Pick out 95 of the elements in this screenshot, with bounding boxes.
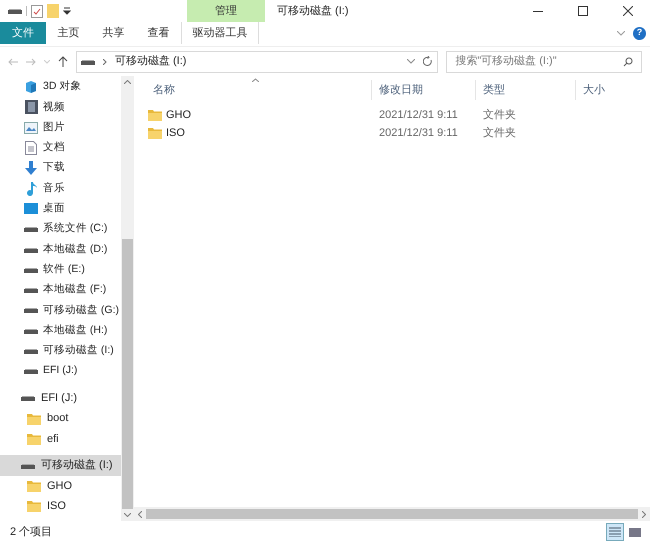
ribbon-tab[interactable]: 共享 (91, 22, 136, 44)
drive-icon (8, 7, 22, 15)
nav-item[interactable]: 可移动磁盘 (I:) (0, 340, 121, 362)
nav-item[interactable]: 音乐 (0, 178, 121, 199)
nav-item[interactable]: 文档 (0, 138, 121, 158)
nav-item[interactable]: 3D 对象 (0, 77, 121, 98)
folder-icon (148, 109, 162, 121)
ribbon-tab[interactable]: 主页 (46, 22, 91, 44)
context-tab-header: 管理 (187, 0, 265, 22)
column-header[interactable]: 大小 (576, 80, 636, 100)
column-header[interactable]: 修改日期 (372, 80, 476, 100)
nav-item[interactable]: efi (0, 428, 121, 450)
chevron-right-icon[interactable] (642, 510, 646, 518)
close-icon (622, 6, 632, 16)
drive-icon (24, 347, 38, 355)
nav-item[interactable]: EFI (J:) (0, 387, 121, 408)
file-type: 文件夹 (482, 108, 517, 123)
file-modified: 2021/12/31 9:11 (378, 108, 459, 123)
nav-item[interactable]: 图片 (0, 118, 121, 138)
column-header[interactable]: 类型 (476, 80, 576, 100)
folder-icon (27, 480, 41, 492)
search-input[interactable]: 搜索"可移动磁盘 (I:)" (455, 53, 623, 70)
down-arrow-icon (25, 161, 37, 176)
folder-icon (27, 432, 41, 445)
nav-item[interactable]: 本地磁盘 (H:) (0, 320, 121, 341)
file-name: GHO (166, 108, 192, 123)
nav-item[interactable]: 桌面 (0, 198, 121, 220)
desktop-icon (24, 203, 38, 214)
nav-item[interactable]: 视频 (0, 97, 121, 118)
chevron-right-icon (102, 58, 107, 64)
file-name: ISO (166, 126, 185, 141)
folder-icon (27, 500, 41, 512)
nav-item[interactable]: 可移动磁盘 (I:) (0, 455, 121, 476)
drive-icon (24, 266, 38, 274)
chevron-up-icon[interactable] (124, 80, 131, 84)
cube-icon (24, 80, 38, 94)
search-field[interactable]: 搜索"可移动磁盘 (I:)" (446, 50, 642, 72)
dropdown-icon[interactable] (63, 7, 71, 15)
drive-icon (80, 58, 95, 66)
chevron-down-icon[interactable] (617, 30, 625, 36)
drive-icon (21, 394, 35, 402)
ribbon-tab[interactable]: 文件 (0, 22, 46, 44)
drive-icon (24, 306, 38, 314)
window-title: 可移动磁盘 (I:) (277, 4, 348, 19)
document-icon (25, 141, 37, 156)
search-icon (623, 56, 633, 66)
nav-item[interactable]: 软件 (E:) (0, 260, 121, 280)
file-row[interactable]: GHO 2021/12/31 9:11 文件夹 (146, 106, 650, 124)
nav-item[interactable]: 本地磁盘 (F:) (0, 280, 121, 300)
folder-icon (27, 412, 41, 425)
nav-item[interactable]: EFI (J:) (0, 361, 121, 382)
chevron-down-icon[interactable] (124, 513, 131, 517)
checklist-icon[interactable] (31, 4, 43, 18)
file-row[interactable]: ISO 2021/12/31 9:11 文件夹 (146, 124, 650, 142)
item-count: 2 个项目 (10, 524, 52, 540)
horizontal-scrollbar[interactable] (134, 507, 650, 521)
ribbon-tab[interactable]: 查看 (136, 22, 181, 44)
tiles-icon (629, 528, 641, 536)
column-header[interactable]: 名称 (146, 80, 372, 100)
nav-item[interactable]: 可移动磁盘 (G:) (0, 300, 121, 321)
sort-caret-icon (252, 78, 259, 82)
drive-icon (24, 286, 38, 294)
nav-item[interactable]: boot (0, 408, 121, 429)
picture-icon (24, 122, 38, 134)
up-arrow-icon[interactable] (58, 56, 68, 67)
drive-icon (24, 326, 38, 335)
maximize-icon (578, 6, 588, 16)
help-icon[interactable]: ? (633, 26, 646, 40)
refresh-icon[interactable] (423, 56, 434, 67)
address-path: 可移动磁盘 (I:) (114, 54, 186, 70)
details-view-button[interactable] (606, 523, 624, 541)
chevron-down-icon[interactable] (407, 59, 416, 64)
drive-icon (24, 367, 38, 376)
drive-icon (24, 246, 38, 254)
file-type: 文件夹 (482, 126, 517, 141)
separator-icon (26, 6, 27, 16)
drive-icon (24, 225, 38, 234)
minimize-icon (532, 10, 542, 12)
file-modified: 2021/12/31 9:11 (378, 126, 459, 141)
folder-icon (148, 127, 162, 139)
address-field[interactable]: 可移动磁盘 (I:) (76, 50, 438, 72)
music-note-icon (25, 182, 37, 196)
scrollbar[interactable] (121, 76, 134, 521)
nav-item[interactable]: ISO (0, 496, 121, 517)
chevron-left-icon[interactable] (138, 510, 142, 518)
ribbon-tab[interactable]: 驱动器工具 (181, 22, 259, 44)
scrollbar-thumb[interactable] (122, 239, 133, 509)
nav-item[interactable]: GHO (0, 476, 121, 496)
drive-icon (21, 462, 35, 470)
list-icon (609, 527, 621, 537)
nav-item[interactable]: 本地磁盘 (D:) (0, 239, 121, 260)
nav-item[interactable]: 下载 (0, 158, 121, 178)
scrollbar-thumb[interactable] (146, 509, 638, 519)
film-icon (24, 100, 38, 114)
nav-item[interactable]: 系统文件 (C:) (0, 219, 121, 240)
